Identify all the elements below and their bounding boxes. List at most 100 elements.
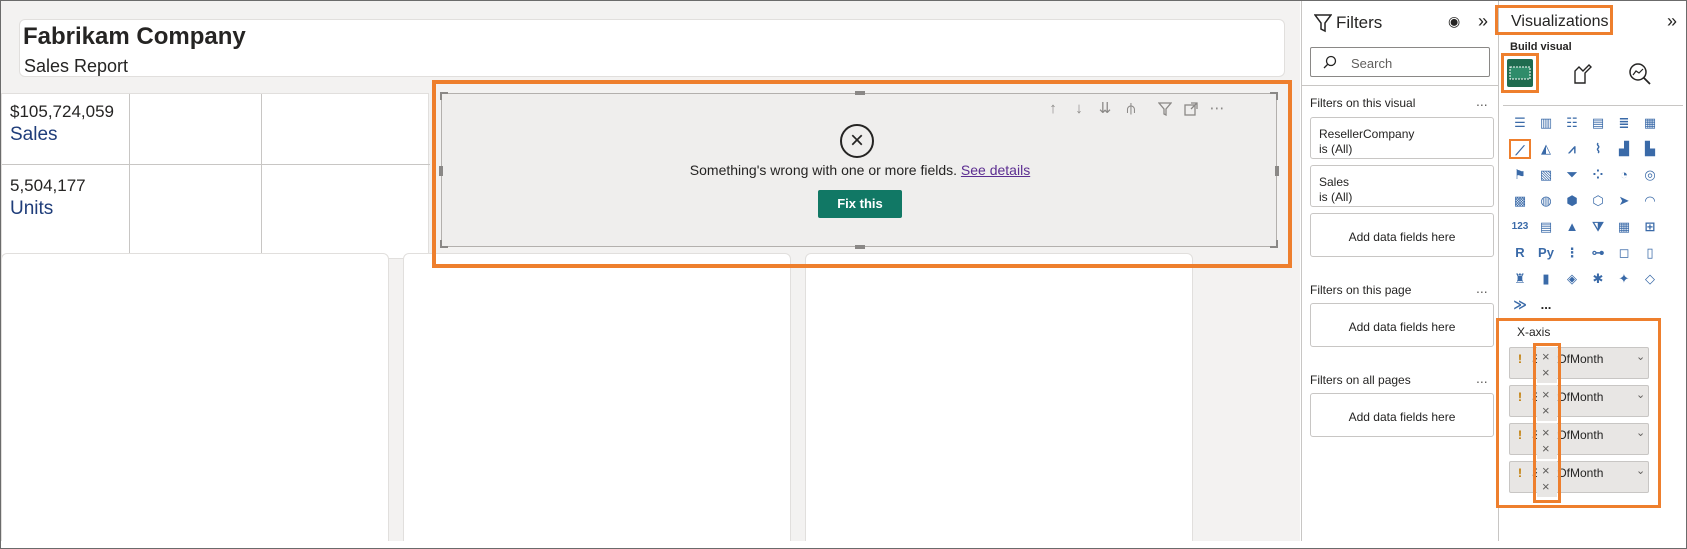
filter-card-sales[interactable]: Sales is (All)	[1310, 165, 1494, 207]
line-chart-icon[interactable]: ⟋	[1509, 139, 1531, 159]
line-stacked-column-icon[interactable]: ▙	[1639, 139, 1661, 159]
key-influencers-icon[interactable]: ⋮	[1561, 243, 1583, 263]
chevron-down-icon[interactable]: ⌄	[1636, 426, 1645, 439]
corner-handle-tl[interactable]	[440, 92, 448, 100]
kpi-card[interactable]: $105,724,059 Sales 5,504,177 Units	[1, 93, 430, 260]
r-script-visual-icon[interactable]: R	[1509, 243, 1531, 263]
remove-field-group: × ×	[1537, 385, 1557, 421]
remove-field-icon[interactable]: ×	[1542, 365, 1550, 380]
all-pages-add-data-fields[interactable]: Add data fields here	[1310, 393, 1494, 437]
qna-icon[interactable]: ◻	[1613, 243, 1635, 263]
diamond-visual-icon[interactable]: ◇	[1639, 269, 1661, 289]
focus-mode-icon[interactable]	[1180, 98, 1202, 120]
scatter-chart-icon[interactable]: ⁘	[1587, 165, 1609, 185]
filters-search-input[interactable]: Search	[1310, 47, 1490, 77]
card-icon[interactable]: 123	[1509, 217, 1531, 237]
format-visual-tab-icon[interactable]	[1569, 61, 1595, 87]
map-icon[interactable]: ◍	[1535, 191, 1557, 211]
line-clustered-column-icon[interactable]: ▟	[1613, 139, 1635, 159]
filter-card-resellercompany[interactable]: ResellerCompany is (All)	[1310, 117, 1494, 159]
visual-add-data-fields[interactable]: Add data fields here	[1310, 213, 1494, 257]
chevron-visual-icon[interactable]: ≫	[1509, 295, 1531, 315]
slicer-icon[interactable]: ⧩	[1587, 217, 1609, 237]
ribbon-icon[interactable]: ⚑	[1509, 165, 1531, 185]
remove-field-icon[interactable]: ×	[1542, 441, 1550, 456]
funnel-icon[interactable]: ⏷	[1561, 165, 1583, 185]
area-chart-icon[interactable]: ◭	[1535, 139, 1557, 159]
visual-panel-middle[interactable]	[403, 253, 791, 541]
x-axis-field[interactable]: ! StartOfMonth ⌄	[1509, 347, 1649, 379]
remove-field-icon[interactable]: ×	[1542, 403, 1550, 418]
x-axis-field[interactable]: ! StartOfMonth ⌄	[1509, 423, 1649, 455]
error-visual[interactable]: ↑ ↓ ⇊ ⫛ ⋯ × Something's wrong with one o…	[439, 91, 1279, 249]
waterfall-chart-icon[interactable]: ▧	[1535, 165, 1557, 185]
stacked-area-chart-icon[interactable]: ⩘	[1561, 139, 1583, 159]
get-more-visuals-icon[interactable]: ...	[1535, 295, 1557, 315]
remove-field-group: × ×	[1537, 423, 1557, 459]
donut-chart-icon[interactable]: ◎	[1639, 165, 1661, 185]
x-axis-field[interactable]: ! StartOfMonth ⌄	[1509, 385, 1649, 417]
stacked-column-chart-icon[interactable]: ▥	[1535, 113, 1557, 133]
paginated-report-icon[interactable]: ▮	[1535, 269, 1557, 289]
resize-handle-bottom[interactable]	[855, 245, 865, 249]
treemap-icon[interactable]: ▩	[1509, 191, 1531, 211]
see-details-link[interactable]: See details	[961, 162, 1030, 178]
stacked-bar-chart-icon[interactable]: ☰	[1509, 113, 1531, 133]
pie-chart-icon[interactable]: ◔	[1613, 165, 1635, 185]
power-apps-icon[interactable]: ◈	[1561, 269, 1583, 289]
arrow-up-icon[interactable]: ↑	[1042, 98, 1064, 120]
smart-narrative-icon[interactable]: ▯	[1639, 243, 1661, 263]
multi-row-card-icon[interactable]: ▤	[1535, 217, 1557, 237]
more-options-icon[interactable]: ...	[1476, 93, 1488, 109]
corner-handle-tr[interactable]	[1270, 92, 1278, 100]
100-stacked-column-chart-icon[interactable]: ▦	[1639, 113, 1661, 133]
table-icon[interactable]: ▦	[1613, 217, 1635, 237]
remove-field-icon[interactable]: ×	[1542, 463, 1550, 478]
chevron-down-icon[interactable]: ⌄	[1636, 464, 1645, 477]
custom-visual-icon[interactable]: ✦	[1613, 269, 1635, 289]
azure-map-icon[interactable]: ➤	[1613, 191, 1635, 211]
corner-handle-bl[interactable]	[440, 240, 448, 248]
fix-this-button[interactable]: Fix this	[818, 190, 902, 218]
remove-field-icon[interactable]: ×	[1542, 425, 1550, 440]
arrow-down-icon[interactable]: ↓	[1068, 98, 1090, 120]
clustered-bar-chart-icon[interactable]: ☷	[1561, 113, 1583, 133]
filled-map-icon[interactable]: ⬢	[1561, 191, 1583, 211]
corner-handle-br[interactable]	[1270, 240, 1278, 248]
kpi-divider	[2, 164, 430, 165]
analytics-tab-icon[interactable]	[1627, 61, 1653, 87]
shape-map-icon[interactable]: ⬡	[1587, 191, 1609, 211]
filter-icon[interactable]	[1154, 98, 1176, 120]
expand-hierarchy-icon[interactable]: ⫛	[1120, 98, 1142, 120]
matrix-icon[interactable]: ⊞	[1639, 217, 1661, 237]
ribbon-chart-icon[interactable]: ⌇	[1587, 139, 1609, 159]
remove-field-icon[interactable]: ×	[1542, 387, 1550, 402]
power-automate-icon[interactable]: ✱	[1587, 269, 1609, 289]
collapse-filters-icon[interactable]: »	[1478, 11, 1488, 32]
chevron-down-icon[interactable]: ⌄	[1636, 388, 1645, 401]
remove-field-icon[interactable]: ×	[1542, 349, 1550, 364]
warning-icon: !	[1518, 428, 1522, 442]
100-stacked-bar-chart-icon[interactable]: ≣	[1613, 113, 1635, 133]
build-visual-tab-icon[interactable]	[1507, 59, 1533, 87]
filters-on-all-pages-heading: Filters on all pages	[1310, 373, 1411, 387]
x-axis-field[interactable]: ! StartOfMonth ⌄	[1509, 461, 1649, 493]
python-visual-icon[interactable]: Py	[1535, 243, 1557, 263]
resize-handle-top[interactable]	[855, 91, 865, 95]
clustered-column-chart-icon[interactable]: ▤	[1587, 113, 1609, 133]
page-add-data-fields[interactable]: Add data fields here	[1310, 303, 1494, 347]
eye-icon[interactable]: ◉	[1448, 13, 1460, 30]
decomposition-tree-icon[interactable]: ⊶	[1587, 243, 1609, 263]
more-options-icon[interactable]: ...	[1476, 280, 1488, 296]
more-options-icon[interactable]: ⋯	[1206, 98, 1228, 120]
double-arrow-down-icon[interactable]: ⇊	[1094, 98, 1116, 120]
collapse-visualizations-icon[interactable]: »	[1667, 11, 1677, 32]
gauge-icon[interactable]: ◠	[1639, 191, 1661, 211]
kpi-icon[interactable]: ▲	[1561, 217, 1583, 237]
chevron-down-icon[interactable]: ⌄	[1636, 350, 1645, 363]
visual-panel-right[interactable]	[805, 253, 1193, 541]
more-options-icon[interactable]: ...	[1476, 370, 1488, 386]
metrics-icon[interactable]: ♜	[1509, 269, 1531, 289]
visual-panel-left[interactable]	[1, 253, 389, 541]
remove-field-icon[interactable]: ×	[1542, 479, 1550, 494]
